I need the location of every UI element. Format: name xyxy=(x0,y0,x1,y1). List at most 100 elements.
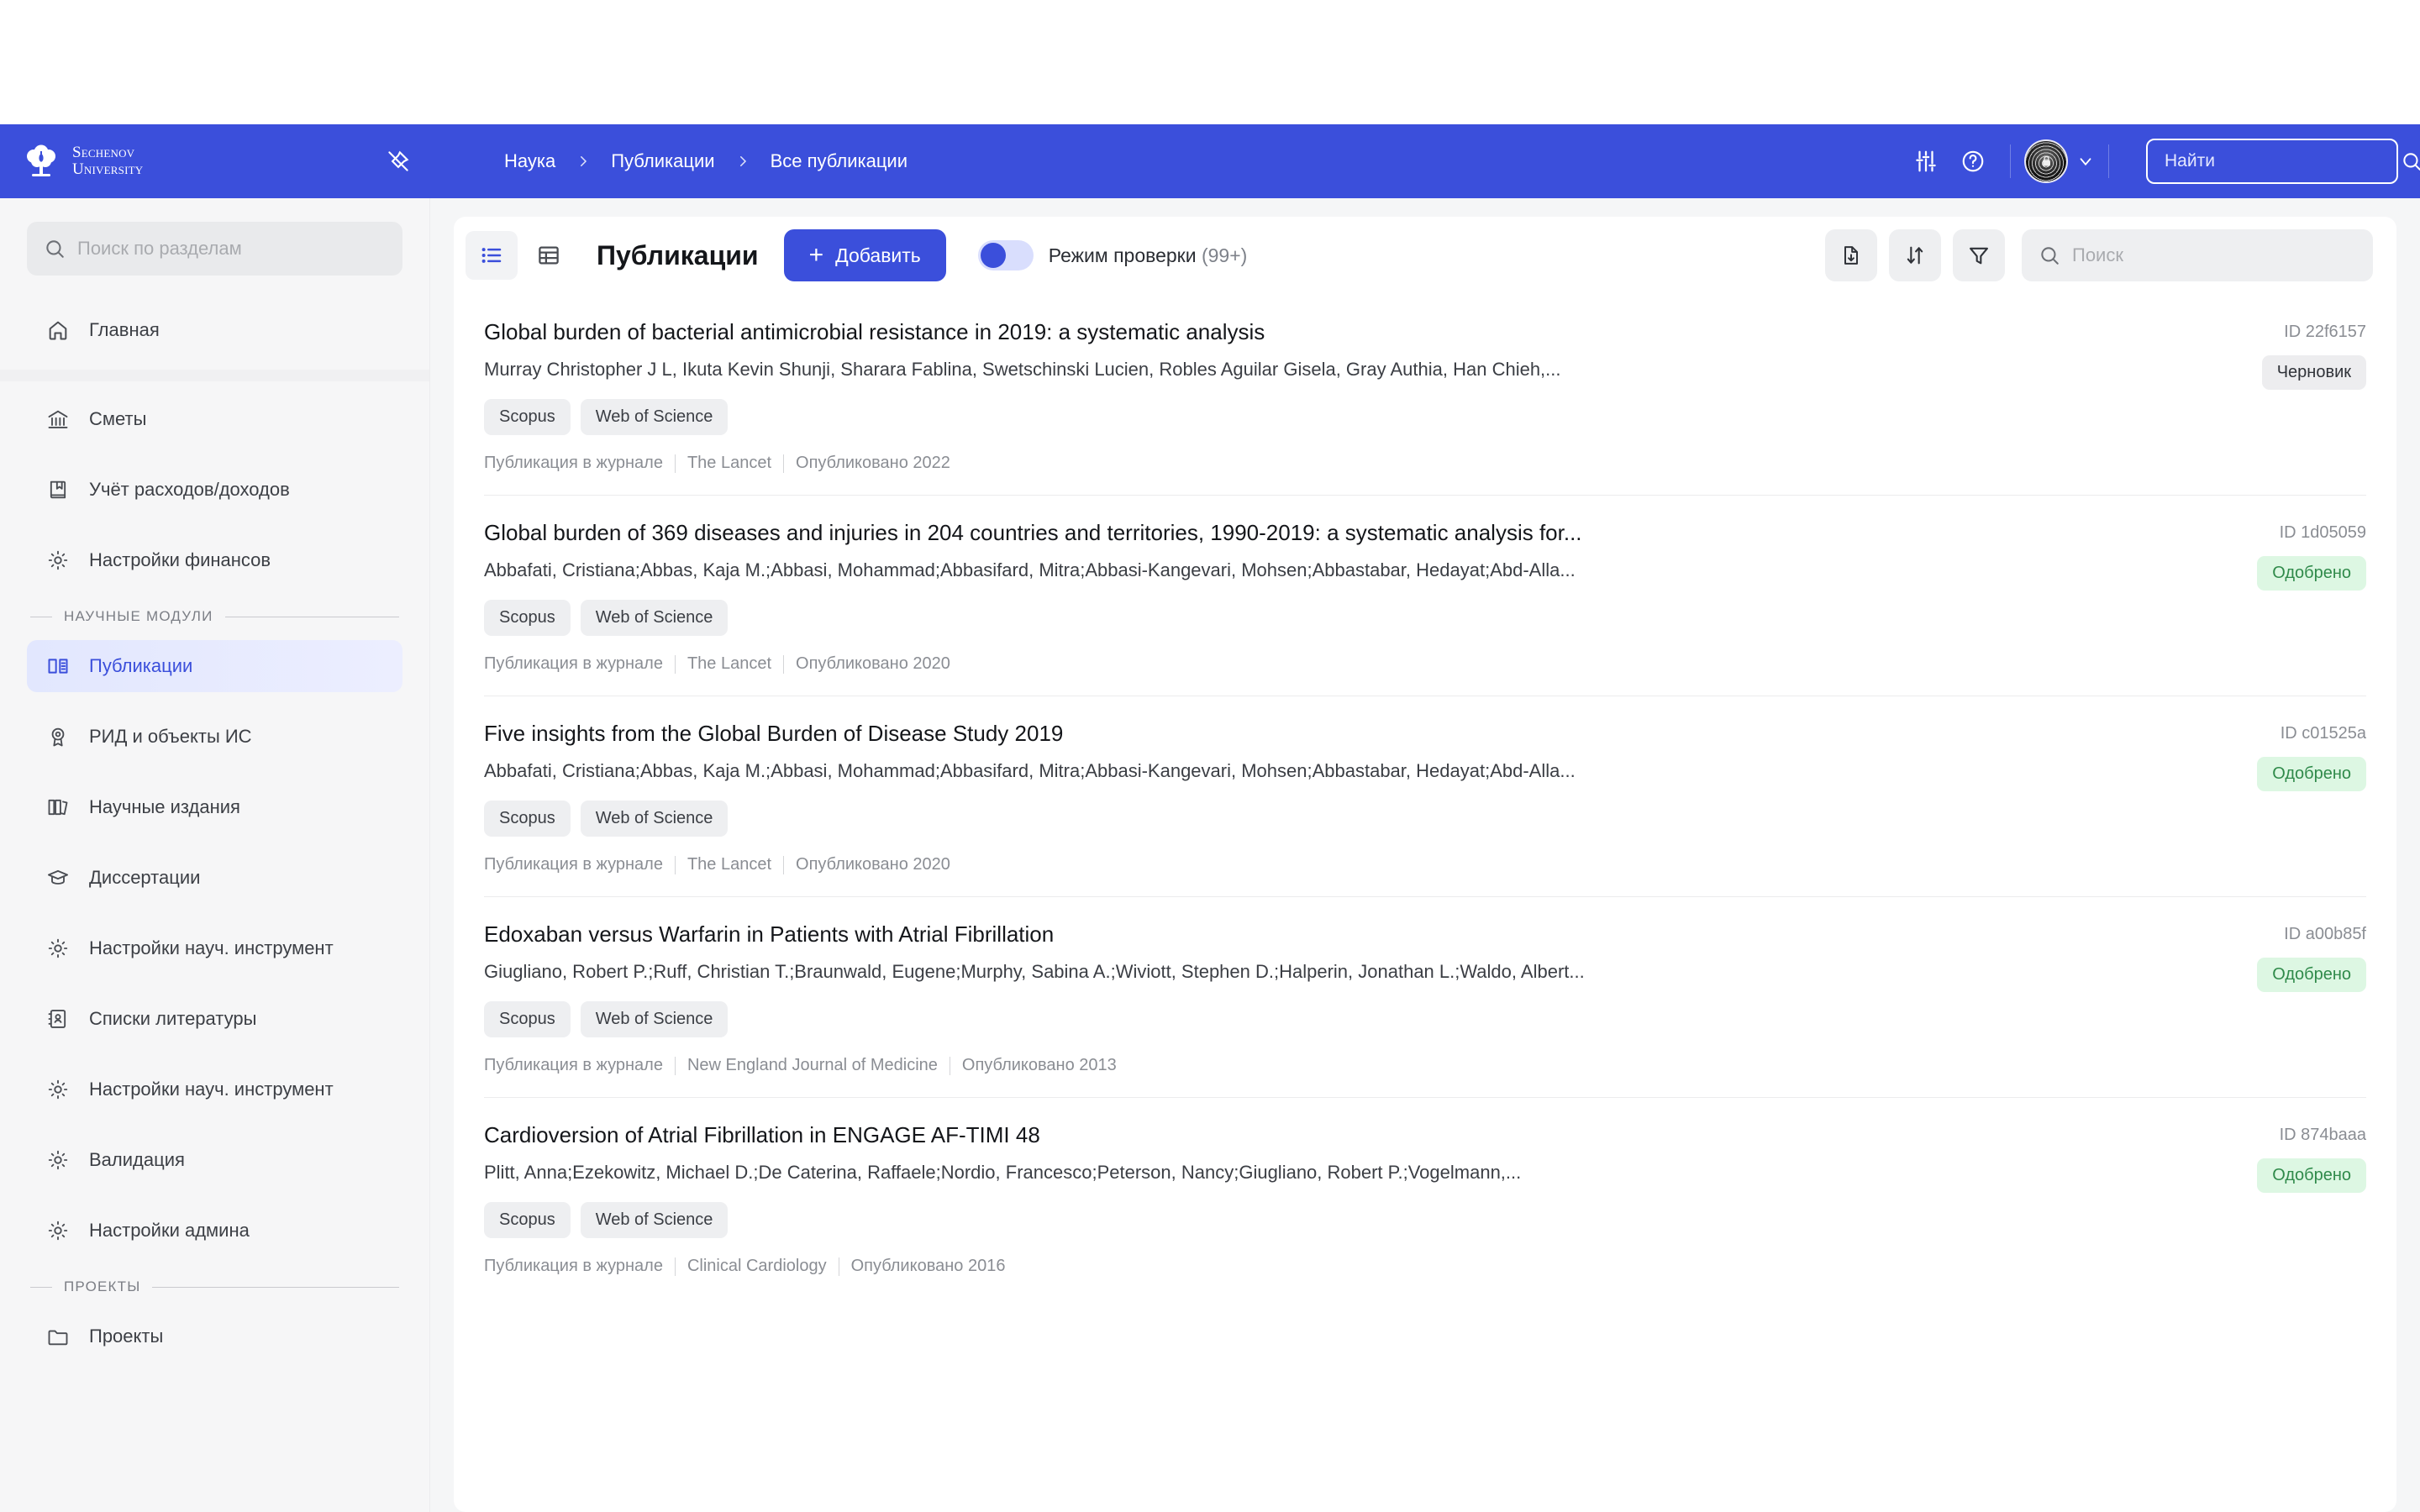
sidebar-item-uchet-raskhodov[interactable]: Учёт расходов/доходов xyxy=(27,464,402,516)
tag-web-of-science[interactable]: Web of Science xyxy=(580,1001,729,1037)
breadcrumb-item-publications[interactable]: Публикации xyxy=(611,150,714,172)
publication-tags: Scopus Web of Science xyxy=(484,1202,2173,1238)
publication-id: ID 874baaa xyxy=(2279,1126,2366,1144)
tag-scopus[interactable]: Scopus xyxy=(484,1202,571,1238)
brand-logo[interactable]: Sechenov University xyxy=(22,142,299,181)
meta-separator xyxy=(783,654,785,674)
tag-web-of-science[interactable]: Web of Science xyxy=(580,801,729,837)
sidebar-item-dissertacii[interactable]: Диссертации xyxy=(27,852,402,904)
check-mode-switch[interactable] xyxy=(977,240,1034,270)
gear-icon xyxy=(45,1218,71,1243)
publication-id: ID c01525a xyxy=(2280,724,2366,743)
chevron-down-icon[interactable] xyxy=(2076,152,2095,171)
sidebar-item-proekty[interactable]: Проекты xyxy=(27,1310,402,1362)
search-icon[interactable] xyxy=(2401,150,2420,172)
breadcrumb-item-nauka[interactable]: Наука xyxy=(504,150,555,172)
header-actions xyxy=(1902,138,2420,185)
publication-published: Опубликовано 2022 xyxy=(796,454,950,472)
avatar[interactable] xyxy=(2024,139,2068,183)
sidebar-item-nastroyki-nauch-1[interactable]: Настройки науч. инструмент xyxy=(27,922,402,974)
publication-id: ID 1d05059 xyxy=(2279,523,2366,542)
publication-title[interactable]: Five insights from the Global Burden of … xyxy=(484,721,2173,747)
sidebar-item-spiski-literatury[interactable]: Списки литературы xyxy=(27,993,402,1045)
bank-icon xyxy=(45,407,71,432)
list-view-icon[interactable] xyxy=(466,231,518,280)
sidebar-item-nastroyki-nauch-2[interactable]: Настройки науч. инструмент xyxy=(27,1063,402,1116)
tag-scopus[interactable]: Scopus xyxy=(484,801,571,837)
app-body: Главная Сметы Учёт расхо xyxy=(0,198,2420,1512)
publication-type: Публикация в журнале xyxy=(484,1056,663,1074)
search-icon xyxy=(44,238,66,260)
publication-meta: Публикация в журнале The Lancet Опублико… xyxy=(484,855,2173,874)
publication-side: ID 1d05059 Одобрено xyxy=(2173,520,2366,674)
sort-arrows-icon[interactable] xyxy=(1889,229,1941,281)
tag-web-of-science[interactable]: Web of Science xyxy=(580,399,729,435)
breadcrumb-item-all-publications[interactable]: Все публикации xyxy=(771,150,908,172)
status-badge: Черновик xyxy=(2261,355,2366,390)
file-download-icon[interactable] xyxy=(1825,229,1877,281)
gear-icon xyxy=(45,548,71,573)
publication-title[interactable]: Global burden of bacterial antimicrobial… xyxy=(484,319,2173,345)
gear-icon xyxy=(45,936,71,961)
app-header: Sechenov University Наука Публикации Все… xyxy=(0,124,2420,198)
content-search-input[interactable] xyxy=(2072,244,2356,266)
meta-separator xyxy=(674,654,676,674)
table-row[interactable]: Global burden of bacterial antimicrobial… xyxy=(454,294,2396,495)
sidebar-item-publications[interactable]: Публикации xyxy=(27,640,402,692)
sidebar-item-label: Списки литературы xyxy=(89,1008,257,1029)
publication-side: ID 874baaa Одобрено xyxy=(2173,1122,2366,1276)
tag-scopus[interactable]: Scopus xyxy=(484,600,571,636)
meta-separator xyxy=(674,855,676,874)
table-row[interactable]: Global burden of 369 diseases and injuri… xyxy=(454,495,2396,696)
check-mode-label: Режим проверки (99+) xyxy=(1049,244,1248,267)
publication-type: Публикация в журнале xyxy=(484,1257,663,1275)
publication-info: Edoxaban versus Warfarin in Patients wit… xyxy=(484,921,2173,1075)
funnel-icon[interactable] xyxy=(1953,229,2005,281)
tag-scopus[interactable]: Scopus xyxy=(484,399,571,435)
publication-info: Global burden of bacterial antimicrobial… xyxy=(484,319,2173,473)
sidebar-item-nastroyki-finansov[interactable]: Настройки финансов xyxy=(27,534,402,586)
tag-web-of-science[interactable]: Web of Science xyxy=(580,1202,729,1238)
content-search[interactable] xyxy=(2022,229,2373,281)
sidebar-item-validaciya[interactable]: Валидация xyxy=(27,1134,402,1186)
question-circle-icon[interactable] xyxy=(1949,138,1996,185)
global-search[interactable] xyxy=(2146,139,2420,184)
main-content: Публикации + Добавить Режим проверки (99… xyxy=(430,198,2420,1512)
sidebar-item-home[interactable]: Главная xyxy=(27,304,402,356)
header-divider xyxy=(2108,144,2109,178)
table-row[interactable]: Edoxaban versus Warfarin in Patients wit… xyxy=(454,896,2396,1097)
sidebar-item-smety[interactable]: Сметы xyxy=(27,393,402,445)
sidebar-item-label: Диссертации xyxy=(89,867,201,888)
table-view-icon[interactable] xyxy=(523,231,575,280)
sidebar-search-input[interactable] xyxy=(77,238,386,260)
sidebar-group-title: НАУЧНЫЕ МОДУЛИ xyxy=(64,608,213,624)
table-row[interactable]: Five insights from the Global Burden of … xyxy=(454,696,2396,896)
book-open-icon xyxy=(45,654,71,679)
add-button[interactable]: + Добавить xyxy=(783,229,946,281)
publication-title[interactable]: Cardioversion of Atrial Fibrillation in … xyxy=(484,1122,2173,1148)
publication-title[interactable]: Global burden of 369 diseases and injuri… xyxy=(484,520,2173,546)
pin-off-icon[interactable] xyxy=(380,143,417,180)
global-search-input[interactable] xyxy=(2165,151,2392,171)
table-row[interactable]: Cardioversion of Atrial Fibrillation in … xyxy=(454,1097,2396,1298)
sidebar-item-label: Валидация xyxy=(89,1149,185,1170)
search-icon xyxy=(2039,244,2060,266)
user-menu[interactable] xyxy=(2024,139,2095,183)
publication-info: Five insights from the Global Burden of … xyxy=(484,721,2173,874)
check-mode-toggle-group[interactable]: Режим проверки (99+) xyxy=(977,240,1248,270)
publication-journal: New England Journal of Medicine xyxy=(687,1056,938,1074)
sidebar-item-nauchnye-izdaniya[interactable]: Научные издания xyxy=(27,781,402,833)
publication-info: Cardioversion of Atrial Fibrillation in … xyxy=(484,1122,2173,1276)
sidebar-item-rid[interactable]: РИД и объекты ИС xyxy=(27,711,402,763)
sidebar-search[interactable] xyxy=(27,222,402,276)
sidebar-item-nastroyki-admina[interactable]: Настройки админа xyxy=(27,1205,402,1257)
tag-web-of-science[interactable]: Web of Science xyxy=(580,600,729,636)
sliders-icon[interactable] xyxy=(1902,138,1949,185)
publication-title[interactable]: Edoxaban versus Warfarin in Patients wit… xyxy=(484,921,2173,948)
tag-scopus[interactable]: Scopus xyxy=(484,1001,571,1037)
page-title: Публикации xyxy=(597,239,759,270)
